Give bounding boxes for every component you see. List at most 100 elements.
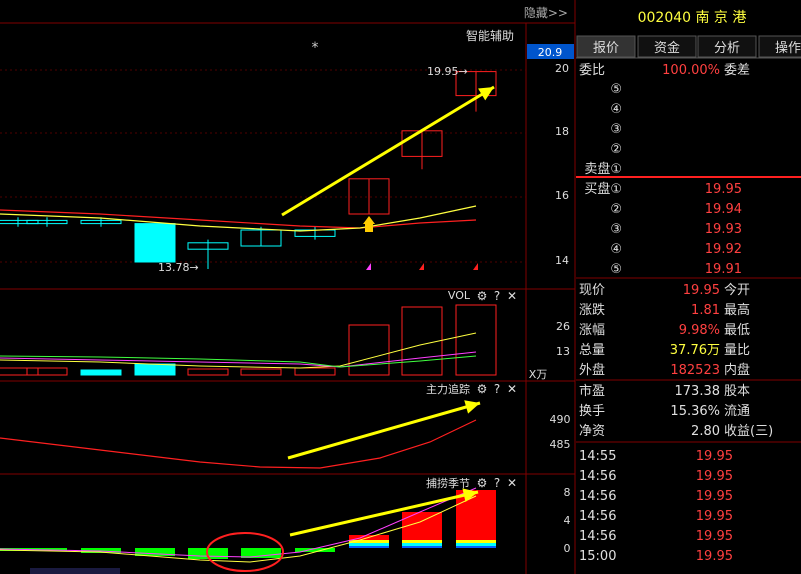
high-annotation: 19.95→	[427, 65, 468, 78]
tab-label[interactable]: 分析	[714, 41, 740, 56]
tab-label[interactable]: 报价	[593, 41, 619, 56]
help-icon[interactable]: ?	[494, 476, 500, 490]
fund-value: 15.36%	[670, 404, 720, 419]
buy-level-price: 19.94	[705, 202, 742, 217]
quote-value: 9.98%	[679, 323, 720, 338]
close-icon[interactable]: ✕	[507, 382, 517, 396]
tick-price: 19.95	[696, 489, 733, 504]
quote-label: 现价	[579, 283, 605, 298]
bushou-tick: 0	[564, 542, 571, 555]
buy-level-label: ⑤	[610, 262, 622, 277]
quote-label2: 今开	[724, 282, 750, 298]
tick-price: 19.95	[696, 529, 733, 544]
bushou-bar-stripe	[402, 543, 442, 546]
buy-level-price: 19.93	[705, 222, 742, 237]
tick-time: 14:56	[579, 529, 616, 544]
quote-value: 1.81	[691, 303, 720, 318]
buy-level-label: ③	[610, 222, 622, 237]
fund-label: 换手	[579, 404, 605, 419]
buy-level-price: 19.92	[705, 242, 742, 257]
chart-area	[0, 0, 575, 574]
signal-marker	[365, 224, 373, 232]
bushou-bar-stripe	[349, 543, 389, 546]
vol-unit: X万	[529, 368, 548, 381]
sell-level-label: ②	[610, 142, 622, 157]
zhuli-tick: 490	[550, 413, 571, 426]
tick-time: 14:56	[579, 489, 616, 504]
weibi-value: 100.00%	[662, 63, 720, 78]
tick-price: 19.95	[696, 549, 733, 564]
tab-label[interactable]: 操作	[775, 40, 801, 56]
quote-label: 涨幅	[579, 323, 605, 338]
fund-label2: 流通	[724, 404, 750, 419]
vol-tick: 26	[556, 320, 570, 333]
tick-price: 19.95	[696, 469, 733, 484]
fund-label: 市盈	[579, 383, 605, 399]
hide-button[interactable]: 隐藏>>	[524, 6, 568, 20]
quote-value: 19.95	[683, 283, 720, 298]
buy-level-price: 19.91	[705, 262, 742, 277]
bushou-bar-red	[456, 490, 496, 540]
sell-level-label: 卖盘①	[584, 161, 622, 177]
bushou-tick: 4	[564, 514, 571, 527]
quote-label2: 最高	[724, 302, 750, 318]
bushou-bar-stripe	[456, 546, 496, 548]
volume-bar	[80, 369, 122, 376]
fund-label2: 收益(三)	[724, 424, 773, 439]
volume-bar	[134, 363, 176, 376]
quote-label2: 最低	[724, 323, 750, 338]
tick-time: 14:56	[579, 509, 616, 524]
price-tick: 18	[555, 125, 569, 138]
quote-label: 总量	[579, 343, 605, 358]
gear-icon[interactable]: ⚙	[477, 382, 488, 396]
weibi-label: 委比	[579, 63, 605, 78]
help-icon[interactable]: ?	[494, 382, 500, 396]
buy-level-label: 买盘①	[584, 181, 622, 197]
low-annotation: 13.78→	[158, 261, 199, 274]
gear-icon[interactable]: ⚙	[477, 476, 488, 490]
price-tick: 14	[555, 254, 569, 267]
quote-label2: 量比	[724, 343, 750, 358]
sell-level-label: ⑤	[610, 82, 622, 97]
sell-level-label: ④	[610, 102, 622, 117]
bushou-bar-stripe	[402, 540, 442, 543]
bushou-bar-stripe	[402, 546, 442, 548]
tick-time: 15:00	[579, 549, 616, 564]
quote-value: 182523	[670, 363, 720, 378]
zhuli-tick: 485	[550, 438, 571, 451]
stock-title: 002040 南 京 港	[638, 10, 747, 26]
bushou-tick: 8	[564, 486, 571, 499]
close-icon[interactable]: ✕	[507, 289, 517, 303]
vol-tick: 13	[556, 345, 570, 358]
quote-label: 涨跌	[579, 302, 605, 318]
fund-label2: 股本	[724, 384, 750, 399]
help-icon[interactable]: ?	[494, 289, 500, 303]
sell-level-label: ③	[610, 122, 622, 137]
bushou-bar-stripe	[349, 546, 389, 548]
tick-time: 14:55	[579, 449, 616, 464]
candle-body	[134, 223, 176, 263]
tab-label[interactable]: 资金	[654, 40, 680, 56]
current-price-label: 20.9	[538, 46, 563, 59]
price-tick: 20	[555, 62, 569, 75]
buy-level-price: 19.95	[705, 182, 742, 197]
quote-value: 37.76万	[670, 343, 720, 358]
quote-label: 外盘	[579, 362, 605, 378]
buy-level-label: ②	[610, 202, 622, 217]
fund-value: 2.80	[691, 424, 720, 439]
tick-price: 19.95	[696, 509, 733, 524]
tick-time: 14:56	[579, 469, 616, 484]
bushou-title: 捕捞季节	[426, 476, 470, 490]
star-marker: *	[312, 40, 319, 56]
bushou-bar-stripe	[456, 540, 496, 543]
price-tick: 16	[555, 189, 569, 202]
fund-label: 净资	[579, 424, 605, 439]
fund-value: 173.38	[675, 384, 721, 399]
stock-chart: 隐藏>> 智能辅助 * 20.9 20 18 16 14 19.95→ 13.78→ VOL ⚙? ✕ 2…	[0, 0, 801, 574]
smart-assist-label[interactable]: 智能辅助	[466, 28, 514, 43]
quote-label2: 内盘	[724, 362, 750, 378]
weicha-label: 委差	[724, 63, 750, 78]
close-icon[interactable]: ✕	[507, 476, 517, 490]
buy-level-label: ④	[610, 242, 622, 257]
gear-icon[interactable]: ⚙	[477, 289, 488, 303]
